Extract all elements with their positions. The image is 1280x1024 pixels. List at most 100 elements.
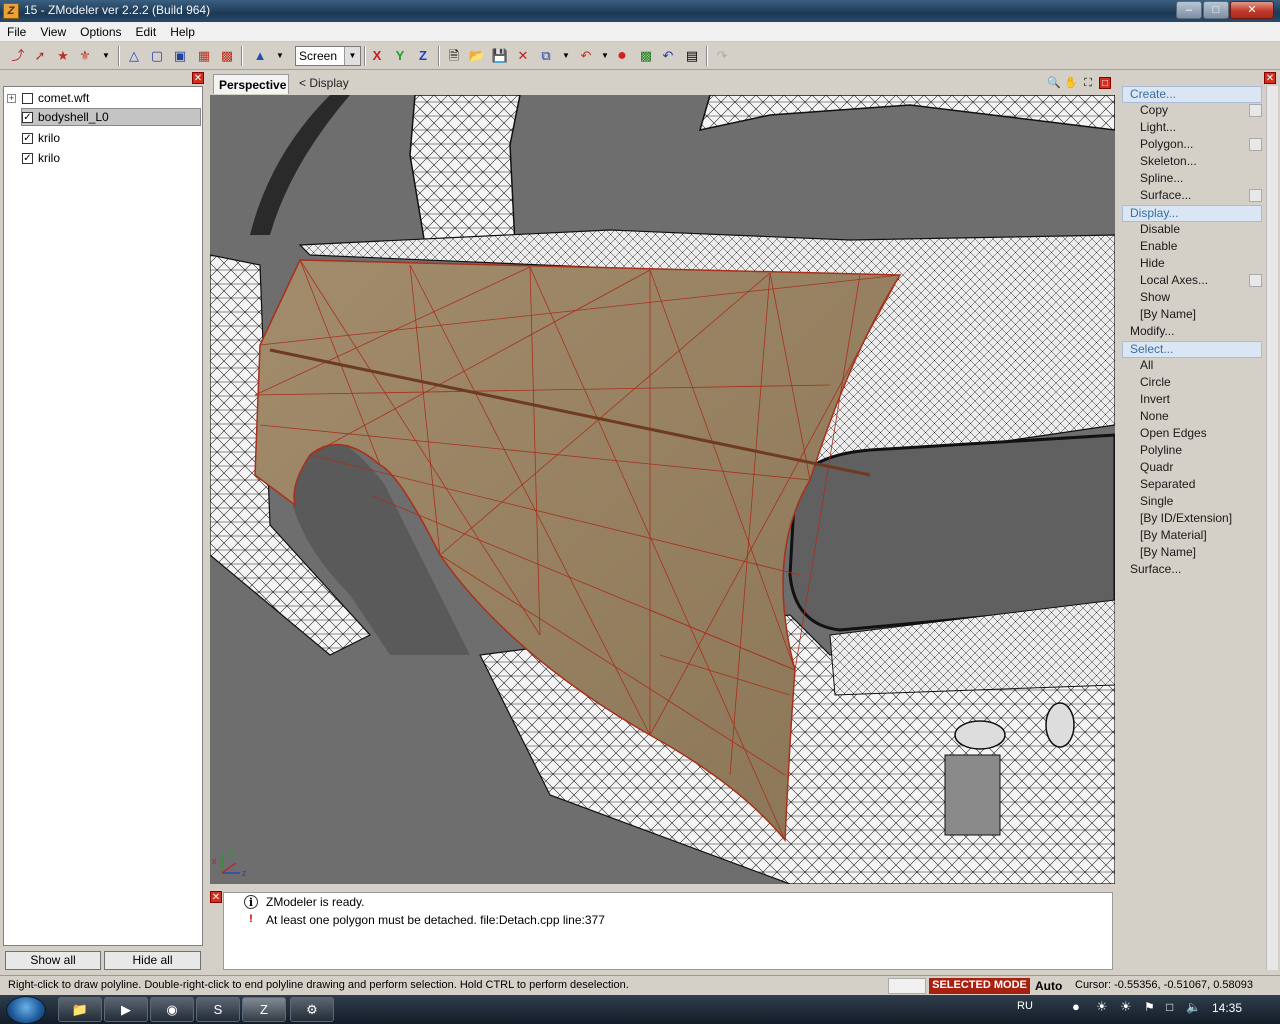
undo-icon[interactable]: ↶: [658, 46, 678, 66]
close-panel-icon[interactable]: ✕: [192, 72, 204, 84]
tree-item-comet[interactable]: + comet.wft: [7, 89, 89, 107]
options-box-icon[interactable]: [1249, 104, 1262, 117]
redo-icon[interactable]: ↷: [712, 46, 732, 66]
plugin-icon[interactable]: ▩: [636, 46, 656, 66]
tray-flag-icon[interactable]: ⚑: [1144, 1000, 1155, 1014]
tray-volume-icon[interactable]: 🔈: [1186, 1000, 1201, 1014]
select-polyline-icon[interactable]: ⤴: [8, 46, 28, 66]
zmodeler-app-icon[interactable]: Z: [3, 3, 19, 19]
command-by-id-extension[interactable]: [By ID/Extension]: [1122, 511, 1262, 528]
close-panel-icon[interactable]: ✕: [1264, 72, 1276, 84]
axis-y-toggle[interactable]: Y: [390, 46, 410, 66]
undo-history-icon[interactable]: ↶: [576, 46, 596, 66]
maximize-viewport-icon[interactable]: ⛶: [1081, 76, 1095, 90]
tray-app-icon[interactable]: ☀: [1096, 999, 1108, 1015]
axis-tripod-icon[interactable]: ▲: [250, 46, 270, 66]
dropdown-arrow-icon[interactable]: ▼: [270, 46, 290, 66]
command-create[interactable]: Create...: [1122, 86, 1262, 103]
skype-task-icon[interactable]: S: [196, 997, 240, 1022]
record-icon[interactable]: ●: [612, 46, 632, 66]
command-invert[interactable]: Invert: [1122, 392, 1262, 409]
command-light[interactable]: Light...: [1122, 120, 1262, 137]
command-select[interactable]: Select...: [1122, 341, 1262, 358]
copy-icon[interactable]: ⧉: [536, 46, 556, 66]
app-task-icon[interactable]: ⚙: [290, 997, 334, 1022]
zoom-icon[interactable]: 🔍: [1047, 76, 1061, 90]
expand-icon[interactable]: +: [7, 93, 16, 103]
tab-perspective[interactable]: Perspective: [213, 74, 289, 94]
tree-item-krilo[interactable]: ✓ krilo: [22, 149, 60, 167]
start-button[interactable]: [6, 996, 46, 1024]
minimize-button[interactable]: –: [1176, 1, 1202, 19]
command-by-material[interactable]: [By Material]: [1122, 528, 1262, 545]
chevron-down-icon[interactable]: ▼: [344, 47, 360, 65]
tray-app-icon[interactable]: ☀: [1120, 999, 1132, 1015]
visibility-checkbox[interactable]: ✓: [22, 132, 33, 144]
menu-file[interactable]: File: [0, 22, 33, 41]
media-player-task-icon[interactable]: ▶: [104, 997, 148, 1022]
command-spline[interactable]: Spline...: [1122, 171, 1262, 188]
open-folder-icon[interactable]: 📂: [467, 46, 487, 66]
menu-help[interactable]: Help: [163, 22, 202, 41]
tree-item-bodyshell[interactable]: ✓ bodyshell_L0: [21, 108, 201, 126]
coordinate-mode-select[interactable]: Screen ▼: [295, 46, 361, 66]
clock[interactable]: 14:35: [1212, 1001, 1242, 1015]
command-skeleton[interactable]: Skeleton...: [1122, 154, 1262, 171]
dropdown-arrow-icon[interactable]: ▼: [96, 46, 116, 66]
select-object-icon[interactable]: ⚜: [75, 46, 95, 66]
close-log-icon[interactable]: ✕: [210, 891, 222, 903]
command-polyline[interactable]: Polyline: [1122, 443, 1262, 460]
command-modify[interactable]: Modify...: [1122, 324, 1262, 341]
new-file-icon[interactable]: 🗎: [444, 46, 464, 66]
command-all[interactable]: All: [1122, 358, 1262, 375]
command-hide[interactable]: Hide: [1122, 256, 1262, 273]
command-by-name[interactable]: [By Name]: [1122, 307, 1262, 324]
axis-x-toggle[interactable]: X: [367, 46, 387, 66]
visibility-checkbox[interactable]: ✓: [22, 111, 33, 123]
selected-mode-badge[interactable]: SELECTED MODE: [929, 978, 1030, 994]
command-disable[interactable]: Disable: [1122, 222, 1262, 239]
command-by-name[interactable]: [By Name]: [1122, 545, 1262, 562]
close-button[interactable]: ✕: [1230, 1, 1274, 19]
command-circle[interactable]: Circle: [1122, 375, 1262, 392]
save-icon[interactable]: 💾: [490, 46, 510, 66]
tray-display-icon[interactable]: □: [1166, 1000, 1173, 1014]
command-surface[interactable]: Surface...: [1122, 562, 1262, 579]
zmodeler-task-icon[interactable]: Z: [242, 997, 286, 1022]
options-box-icon[interactable]: [1249, 274, 1262, 287]
command-polygon[interactable]: Polygon...: [1122, 137, 1262, 154]
scene-mode-icon[interactable]: ▩: [217, 46, 237, 66]
command-surface[interactable]: Surface...: [1122, 188, 1262, 205]
close-viewport-icon[interactable]: □: [1099, 77, 1111, 89]
menu-view[interactable]: View: [33, 22, 73, 41]
select-vertex-icon[interactable]: ➚: [30, 46, 50, 66]
language-indicator[interactable]: RU: [1017, 1000, 1033, 1012]
scrollbar[interactable]: [1266, 86, 1278, 970]
command-none[interactable]: None: [1122, 409, 1262, 426]
command-enable[interactable]: Enable: [1122, 239, 1262, 256]
pan-hand-icon[interactable]: ✋: [1064, 76, 1078, 90]
object-mode-icon[interactable]: ▦: [194, 46, 214, 66]
command-single[interactable]: Single: [1122, 494, 1262, 511]
vertex-mode-icon[interactable]: △: [124, 46, 144, 66]
command-separated[interactable]: Separated: [1122, 477, 1262, 494]
options-box-icon[interactable]: [1249, 189, 1262, 202]
command-quadr[interactable]: Quadr: [1122, 460, 1262, 477]
show-all-button[interactable]: Show all: [5, 951, 101, 970]
dropdown-arrow-icon[interactable]: ▼: [556, 46, 576, 66]
explorer-task-icon[interactable]: 📁: [58, 997, 102, 1022]
display-breadcrumb[interactable]: < Display: [299, 76, 349, 90]
hide-all-button[interactable]: Hide all: [104, 951, 201, 970]
command-local-axes[interactable]: Local Axes...: [1122, 273, 1262, 290]
select-figure-icon[interactable]: ★: [53, 46, 73, 66]
tree-item-krilo[interactable]: ✓ krilo: [22, 129, 60, 147]
properties-icon[interactable]: ▤: [682, 46, 702, 66]
visibility-checkbox[interactable]: [22, 92, 33, 104]
command-show[interactable]: Show: [1122, 290, 1262, 307]
delete-icon[interactable]: ✕: [513, 46, 533, 66]
auto-mode-label[interactable]: Auto: [1035, 979, 1062, 993]
maximize-button[interactable]: □: [1203, 1, 1229, 19]
options-box-icon[interactable]: [1249, 138, 1262, 151]
command-copy[interactable]: Copy: [1122, 103, 1262, 120]
menu-edit[interactable]: Edit: [129, 22, 164, 41]
